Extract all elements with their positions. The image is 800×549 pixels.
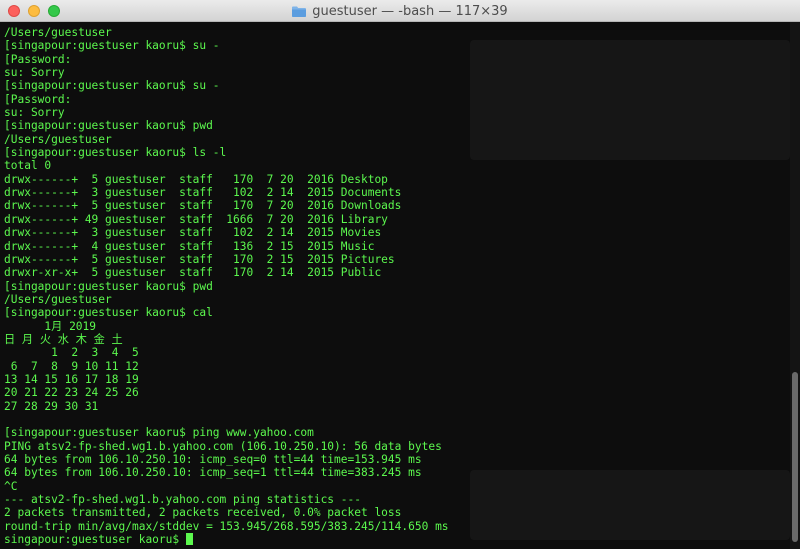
terminal-line-text: 20 21 22 23 24 25 26 — [4, 386, 139, 400]
terminal-line-text: /Users/guestuser — [4, 292, 112, 306]
terminal-line: 20 21 22 23 24 25 26 — [4, 386, 790, 399]
terminal-line: [singapour:guestuser kaoru$ cal — [4, 306, 790, 319]
window-title: guestuser — -bash — 117×39 — [312, 3, 508, 19]
terminal-line-text: 2 packets transmitted, 2 packets receive… — [4, 506, 402, 520]
terminal-line-text: drwx------+ 3 guestuser staff 102 2 14 2… — [4, 186, 402, 200]
terminal-line-text: PING atsv2-fp-shed.wg1.b.yahoo.com (106.… — [4, 439, 442, 453]
scrollbar-thumb[interactable] — [792, 372, 798, 542]
terminal-line-text: 6 7 8 9 10 11 12 — [4, 359, 139, 373]
terminal-line-text: ^C — [4, 479, 18, 493]
terminal-line-text: [singapour:guestuser kaoru$ ping www.yah… — [4, 426, 314, 440]
terminal-line-text: [singapour:guestuser kaoru$ ls -l — [4, 146, 227, 160]
terminal-line-text: drwx------+ 5 guestuser staff 170 7 20 2… — [4, 172, 388, 186]
terminal-line-text: drwx------+ 49 guestuser staff 1666 7 20… — [4, 212, 388, 226]
terminal-line-text: drwx------+ 4 guestuser staff 136 2 15 2… — [4, 239, 375, 253]
terminal-line-text: [singapour:guestuser kaoru$ pwd — [4, 279, 213, 293]
terminal-line-text: [singapour:guestuser kaoru$ cal — [4, 306, 213, 320]
terminal-line: drwx------+ 5 guestuser staff 170 7 20 2… — [4, 173, 790, 186]
terminal-line-text: /Users/guestuser — [4, 132, 112, 146]
terminal-line: 13 14 15 16 17 18 19 — [4, 373, 790, 386]
terminal-line: drwxr-xr-x+ 5 guestuser staff 170 2 14 2… — [4, 266, 790, 279]
terminal-line-text: round-trip min/avg/max/stddev = 153.945/… — [4, 519, 449, 533]
terminal-line: 27 28 29 30 31 — [4, 400, 790, 413]
terminal-line: [singapour:guestuser kaoru$ su - — [4, 39, 790, 52]
terminal-line: total 0 — [4, 159, 790, 172]
terminal-line-text: 1月 2019 — [4, 319, 97, 333]
window-title-wrap: guestuser — -bash — 117×39 — [0, 0, 800, 22]
terminal-line: ^C — [4, 480, 790, 493]
terminal-line-text: 64 bytes from 106.10.250.10: icmp_seq=0 … — [4, 453, 422, 466]
terminal-line: drwx------+ 5 guestuser staff 170 7 20 2… — [4, 199, 790, 212]
terminal-line: [singapour:guestuser kaoru$ pwd — [4, 280, 790, 293]
terminal-line-text: 27 28 29 30 31 — [4, 399, 99, 413]
title-bar[interactable]: guestuser — -bash — 117×39 — [0, 0, 800, 22]
terminal-line-text: 64 bytes from 106.10.250.10: icmp_seq=1 … — [4, 466, 422, 480]
scrollbar[interactable] — [790, 22, 800, 549]
terminal-line: /Users/guestuser — [4, 293, 790, 306]
terminal-line: singapour:guestuser kaoru$ — [4, 533, 790, 546]
terminal-line: 2 packets transmitted, 2 packets receive… — [4, 506, 790, 519]
terminal-line: 1月 2019 — [4, 320, 790, 333]
terminal-line-text: [singapour:guestuser kaoru$ su - — [4, 39, 220, 53]
terminal-line-text: drwx------+ 3 guestuser staff 102 2 14 2… — [4, 226, 382, 240]
terminal-line: drwx------+ 4 guestuser staff 136 2 15 2… — [4, 240, 790, 253]
terminal-line-text: 13 14 15 16 17 18 19 — [4, 372, 139, 386]
terminal-window: guestuser — -bash — 117×39 /Users/guestu… — [0, 0, 800, 549]
terminal-line-text: [singapour:guestuser kaoru$ pwd — [4, 119, 213, 133]
terminal-output[interactable]: /Users/guestuser [singapour:guestuser kao… — [0, 22, 790, 549]
terminal-line-text: 日 月 火 水 木 金 土 — [4, 332, 123, 346]
terminal-line: 日 月 火 水 木 金 土 — [4, 333, 790, 346]
terminal-line: 64 bytes from 106.10.250.10: icmp_seq=1 … — [4, 466, 790, 479]
terminal-line: /Users/guestuser — [4, 133, 790, 146]
terminal-line: drwx------+ 49 guestuser staff 1666 7 20… — [4, 213, 790, 226]
terminal-line: [singapour:guestuser kaoru$ su - — [4, 79, 790, 92]
terminal-line-text: --- atsv2-fp-shed.wg1.b.yahoo.com ping s… — [4, 493, 361, 507]
terminal-line-text: [Password: — [4, 92, 72, 106]
terminal-line: drwx------+ 3 guestuser staff 102 2 14 2… — [4, 186, 790, 199]
terminal-line: --- atsv2-fp-shed.wg1.b.yahoo.com ping s… — [4, 493, 790, 506]
terminal-cursor — [185, 533, 193, 546]
terminal-line-text: su: Sorry — [4, 66, 65, 80]
terminal-line: /Users/guestuser — [4, 26, 790, 39]
terminal-line: [Password: — [4, 53, 790, 66]
terminal-line: drwx------+ 3 guestuser staff 102 2 14 2… — [4, 226, 790, 239]
folder-icon — [292, 6, 307, 17]
terminal-line-text: drwx------+ 5 guestuser staff 170 2 15 2… — [4, 252, 395, 266]
terminal-line: [singapour:guestuser kaoru$ ping www.yah… — [4, 426, 790, 439]
terminal-line-text: /Users/guestuser — [4, 26, 112, 39]
terminal-line-text: total 0 — [4, 159, 52, 173]
terminal-line: su: Sorry — [4, 106, 790, 119]
terminal-line-text: 1 2 3 4 5 — [4, 346, 139, 360]
terminal-line-text: [singapour:guestuser kaoru$ su - — [4, 79, 220, 93]
terminal-line-text: singapour:guestuser kaoru$ — [4, 533, 186, 547]
terminal-line: [singapour:guestuser kaoru$ ls -l — [4, 146, 790, 159]
terminal-line-text: drwx------+ 5 guestuser staff 170 7 20 2… — [4, 199, 402, 213]
terminal-line: [singapour:guestuser kaoru$ pwd — [4, 119, 790, 132]
terminal-line-text: drwxr-xr-x+ 5 guestuser staff 170 2 14 2… — [4, 266, 382, 280]
terminal-line: round-trip min/avg/max/stddev = 153.945/… — [4, 520, 790, 533]
terminal-line: drwx------+ 5 guestuser staff 170 2 15 2… — [4, 253, 790, 266]
terminal-line: 6 7 8 9 10 11 12 — [4, 360, 790, 373]
terminal-line: su: Sorry — [4, 66, 790, 79]
terminal-line: [Password: — [4, 93, 790, 106]
terminal-line-text: su: Sorry — [4, 106, 65, 120]
terminal-line: 1 2 3 4 5 — [4, 346, 790, 359]
terminal-line-text: [Password: — [4, 52, 72, 66]
terminal-line: 64 bytes from 106.10.250.10: icmp_seq=0 … — [4, 453, 790, 466]
terminal-line: PING atsv2-fp-shed.wg1.b.yahoo.com (106.… — [4, 440, 790, 453]
